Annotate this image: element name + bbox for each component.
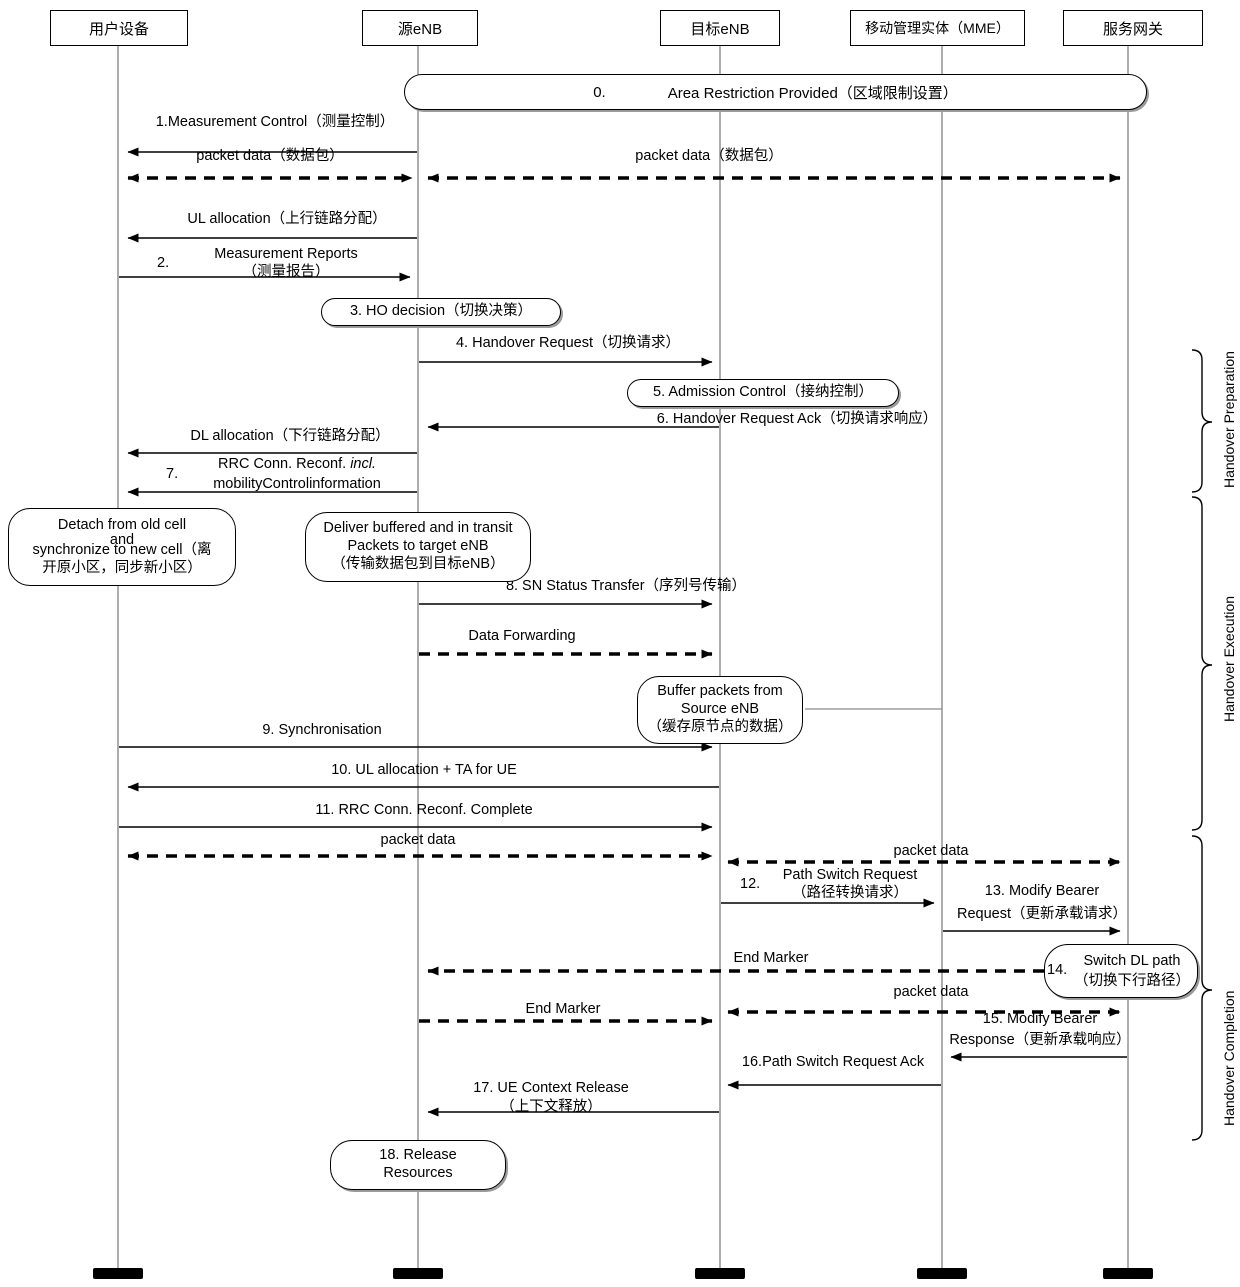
lifeline-label-source-enb: 源eNB — [397, 20, 443, 38]
note-deliver-line3: （传输数据包到目标eNB） — [331, 555, 505, 572]
message-number-12: 12. — [740, 876, 761, 892]
note-detach-from-old-cell: Detach from old cell and synchronize to … — [8, 508, 236, 586]
lifeline-header-mme: 移动管理实体（MME） — [850, 10, 1025, 46]
message-label-packet-data-tenb-sgw: packet data — [893, 843, 969, 859]
message-label-end-marker-senb-tenb: End Marker — [525, 1001, 601, 1017]
label-7-part-b-incl: incl. — [350, 456, 376, 472]
phase-label-handover-completion: Handover Completion — [1221, 990, 1237, 1126]
message-label-15-modify-bearer-response-line2: Response（更新承载响应） — [949, 1032, 1131, 1048]
message-label-10-ul-allocation-ta: 10. UL allocation + TA for UE — [331, 762, 517, 778]
lifeline-header-target-enb: 目标eNB — [660, 10, 780, 46]
note-18-line2: Resources — [383, 1165, 453, 1181]
message-label-7-rrc-conn-reconf-line1: RRC Conn. Reconf. incl. — [218, 456, 376, 473]
note-detach-line4: 开原小区，同步新小区） — [42, 559, 202, 576]
message-label-8-sn-status-transfer: 8. SN Status Transfer（序列号传输） — [505, 578, 747, 594]
note-deliver-buffered-packets: Deliver buffered and in transit Packets … — [305, 512, 531, 582]
message-label-2-measurement-reports-line1: Measurement Reports — [214, 246, 358, 262]
note-buffer-line3: （缓存原节点的数据） — [647, 718, 793, 735]
message-label-packet-data-ue-senb: packet data（数据包） — [196, 148, 344, 164]
note-detach-line3: synchronize to new cell（离 — [32, 542, 212, 558]
lifeline-label-ue: 用户设备 — [88, 20, 149, 38]
note-deliver-line2: Packets to target eNB — [347, 538, 489, 555]
message-label-6-handover-request-ack: 6. Handover Request Ack（切换请求响应） — [656, 411, 938, 427]
message-label-13-modify-bearer-request-line2: Request（更新承载请求） — [956, 906, 1128, 922]
message-label-end-marker-sgw-senb: End Marker — [733, 950, 809, 966]
message-label-17-ue-context-release-line1: 17. UE Context Release — [473, 1080, 629, 1096]
sequence-diagram: 用户设备 源eNB 目标eNB 移动管理实体（MME） 服务网关 0. Area… — [0, 0, 1240, 1287]
message-label-1-measurement-control: 1.Measurement Control（测量控制） — [155, 114, 395, 130]
message-label-11-rrc-conn-reconf-complete: 11. RRC Conn. Reconf. Complete — [315, 802, 533, 818]
note-14-line1: Switch DL path — [1083, 952, 1181, 969]
message-label-data-forwarding: Data Forwarding — [468, 628, 576, 644]
message-number-7: 7. — [166, 466, 179, 482]
message-label-13-modify-bearer-request-line1: 13. Modify Bearer — [984, 883, 1100, 899]
note-0-text: Area Restriction Provided（区域限制设置） — [667, 84, 958, 102]
note-14-line2: （切换下行路径） — [1074, 972, 1190, 989]
message-label-15-modify-bearer-response-line1: 15. Modify Bearer — [982, 1011, 1098, 1027]
note-18-line1: 18. Release — [379, 1147, 457, 1164]
lifeline-header-ue: 用户设备 — [50, 10, 188, 46]
message-label-16-path-switch-request-ack: 16.Path Switch Request Ack — [741, 1054, 925, 1070]
note-3-ho-decision: 3. HO decision（切换决策） — [321, 298, 561, 326]
note-3-text: 3. HO decision（切换决策） — [349, 303, 533, 320]
message-number-2: 2. — [157, 255, 170, 271]
note-18-release-resources: 18. Release Resources — [330, 1140, 506, 1190]
message-label-9-synchronisation: 9. Synchronisation — [262, 722, 382, 738]
phase-label-handover-preparation: Handover Preparation — [1221, 351, 1237, 488]
note-buffer-line1: Buffer packets from — [657, 683, 783, 700]
lifeline-header-sgw: 服务网关 — [1063, 10, 1203, 46]
lifeline-label-target-enb: 目标eNB — [690, 20, 750, 38]
message-label-packet-data-ue-tenb: packet data — [380, 832, 456, 848]
note-deliver-line1: Deliver buffered and in transit — [323, 520, 513, 537]
note-0-number: 0. — [593, 83, 606, 101]
message-label-12-path-switch-request-line2: （路径转换请求） — [792, 885, 908, 901]
message-number-14: 14. — [1047, 962, 1068, 978]
message-label-ul-allocation: UL allocation（上行链路分配） — [187, 211, 387, 227]
note-5-admission-control: 5. Admission Control（接纳控制） — [627, 379, 899, 407]
note-5-text: 5. Admission Control（接纳控制） — [653, 384, 873, 401]
message-label-dl-allocation: DL allocation（下行链路分配） — [190, 428, 390, 444]
message-label-packet-data-senb-sgw: packet data（数据包） — [635, 148, 783, 164]
message-label-2-measurement-reports-line2: （测量报告） — [242, 264, 330, 280]
lifeline-label-mme: 移动管理实体（MME） — [865, 20, 1010, 36]
message-label-7-rrc-conn-reconf-line2: mobilityControlinformation — [213, 476, 381, 492]
message-label-4-handover-request: 4. Handover Request（切换请求） — [455, 335, 681, 351]
lifeline-label-sgw: 服务网关 — [1102, 20, 1163, 38]
message-label-packet-data-tenb-sgw-2: packet data — [893, 984, 969, 1000]
label-7-part-a: RRC Conn. Reconf. — [218, 456, 351, 472]
note-area-restriction-provided: 0. Area Restriction Provided（区域限制设置） — [404, 74, 1147, 110]
note-buffer-packets-from-source-enb: Buffer packets from Source eNB （缓存原节点的数据… — [637, 676, 803, 744]
message-label-12-path-switch-request-line1: Path Switch Request — [782, 867, 918, 883]
lifeline-header-source-enb: 源eNB — [362, 10, 478, 46]
message-label-17-ue-context-release-line2: （上下文释放） — [500, 1099, 602, 1115]
phase-label-handover-execution: Handover Execution — [1221, 595, 1237, 722]
note-buffer-line2: Source eNB — [680, 701, 760, 718]
